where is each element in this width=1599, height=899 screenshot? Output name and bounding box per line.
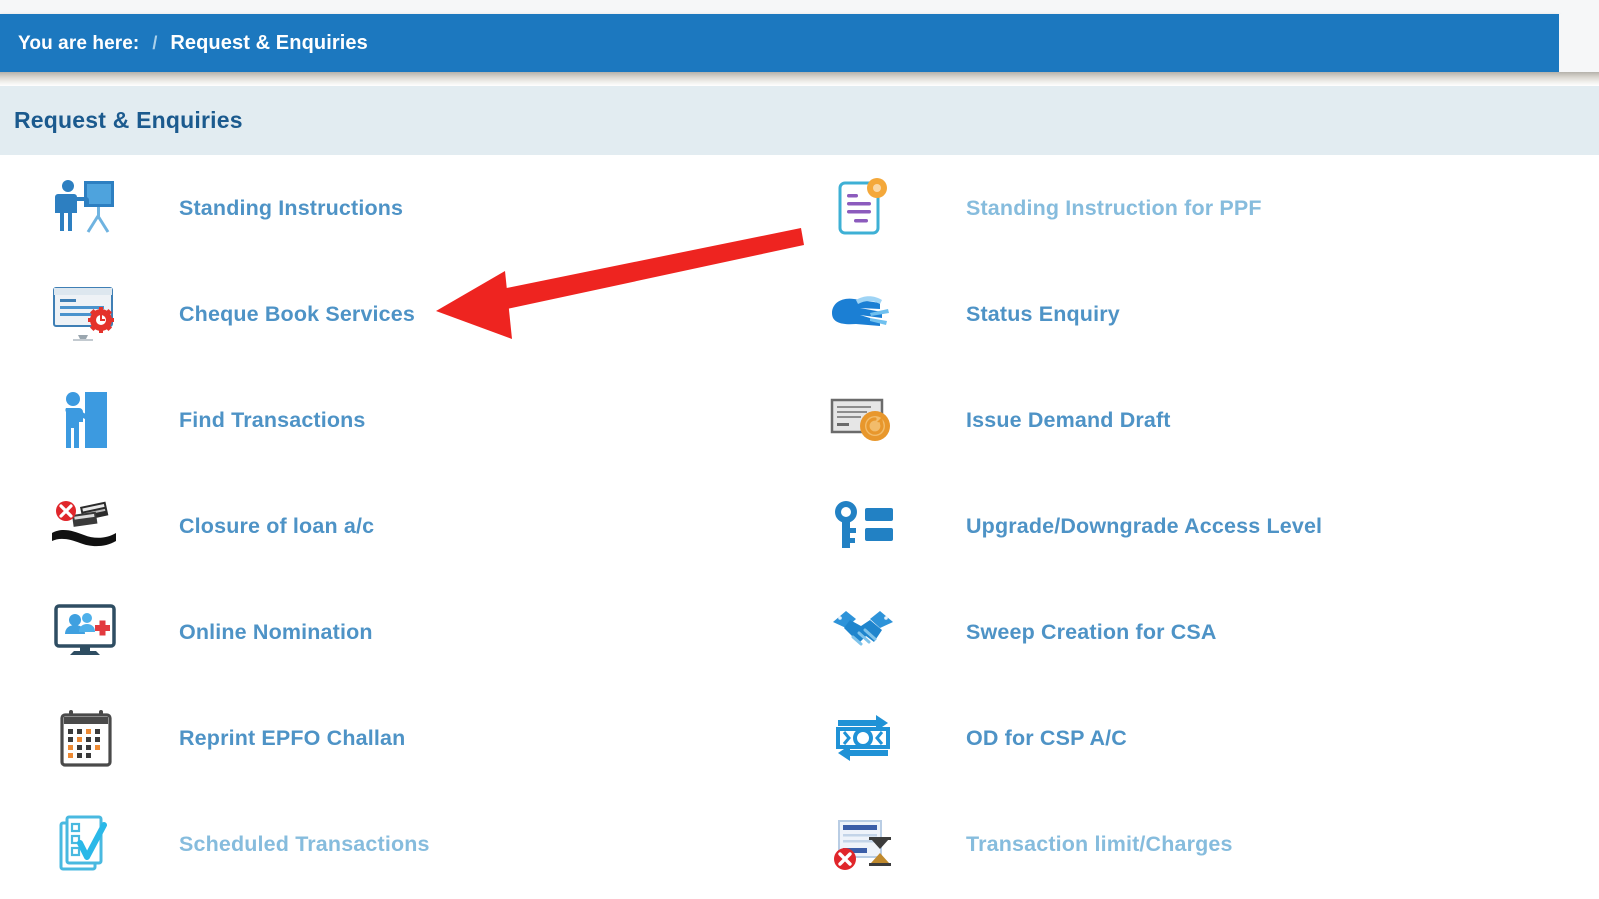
service-tile-closure-of-loan-account[interactable]: Closure of loan a/c <box>0 473 790 579</box>
key-access-icon <box>815 483 911 569</box>
service-tile-reprint-epfo-challan[interactable]: Reprint EPFO Challan <box>0 685 790 791</box>
service-label: Sweep Creation for CSA <box>966 619 1217 644</box>
service-tile-upgrade-downgrade-access-level[interactable]: Upgrade/Downgrade Access Level <box>790 473 1580 579</box>
services-column-left: Standing Instructions Cheque Book Servic… <box>0 155 790 899</box>
service-label: Upgrade/Downgrade Access Level <box>966 513 1323 538</box>
hand-cash-cancel-icon <box>38 483 134 569</box>
service-label: Standing Instructions <box>179 195 404 220</box>
service-label: Status Enquiry <box>966 301 1120 326</box>
service-label: Issue Demand Draft <box>966 407 1171 432</box>
service-tile-online-nomination[interactable]: Online Nomination <box>0 579 790 685</box>
service-tile-scheduled-transactions[interactable]: Scheduled Transactions <box>0 791 790 897</box>
service-label: Standing Instruction for PPF <box>966 195 1262 220</box>
service-label: OD for CSP A/C <box>966 725 1127 750</box>
section-header-band: Request & Enquiries <box>0 86 1599 155</box>
top-strip <box>0 0 1599 14</box>
pointing-hand-icon <box>815 271 911 357</box>
service-tile-find-transactions[interactable]: Find Transactions <box>0 367 790 473</box>
breadcrumb-separator: / <box>152 32 158 53</box>
service-tile-issue-demand-draft[interactable]: Issue Demand Draft <box>790 367 1580 473</box>
service-label: Closure of loan a/c <box>179 513 375 538</box>
breadcrumb-prefix: You are here: <box>18 32 140 54</box>
service-tile-cheque-book-services[interactable]: Cheque Book Services <box>0 261 790 367</box>
service-label: Find Transactions <box>179 407 366 432</box>
service-label: Online Nomination <box>179 619 373 644</box>
service-label: Cheque Book Services <box>179 301 416 326</box>
service-tile-sweep-creation-for-csa[interactable]: Sweep Creation for CSA <box>790 579 1580 685</box>
atm-user-icon <box>38 377 134 463</box>
checklist-check-icon <box>38 801 134 887</box>
page-root: You are here: / Request & Enquiries Requ… <box>0 0 1599 899</box>
breadcrumb-bar: You are here: / Request & Enquiries <box>0 14 1559 72</box>
services-grid: Standing Instructions Cheque Book Servic… <box>0 155 1599 899</box>
cheque-gear-icon <box>38 271 134 357</box>
service-tile-standing-instruction-for-ppf[interactable]: Standing Instruction for PPF <box>790 155 1580 261</box>
breadcrumb: You are here: / Request & Enquiries <box>0 32 368 55</box>
service-label: Reprint EPFO Challan <box>179 725 406 750</box>
table-hourglass-cancel-icon <box>815 801 911 887</box>
services-column-right: Standing Instruction for PPF Status Enqu… <box>790 155 1580 899</box>
service-label: Transaction limit/Charges <box>966 831 1233 856</box>
service-tile-od-for-csp-account[interactable]: OD for CSP A/C <box>790 685 1580 791</box>
service-tile-status-enquiry[interactable]: Status Enquiry <box>790 261 1580 367</box>
service-tile-transaction-limit-charges[interactable]: Transaction limit/Charges <box>790 791 1580 897</box>
service-tile-standing-instructions[interactable]: Standing Instructions <box>0 155 790 261</box>
calendar-icon <box>38 695 134 781</box>
presenter-board-icon <box>38 165 134 251</box>
cash-refresh-icon <box>815 695 911 781</box>
monitor-people-plus-icon <box>38 589 134 675</box>
page-title: Request & Enquiries <box>14 107 243 133</box>
draft-coin-icon <box>815 377 911 463</box>
document-badge-icon <box>815 165 911 251</box>
breadcrumb-current-page[interactable]: Request & Enquiries <box>170 32 368 55</box>
handshake-icon <box>815 589 911 675</box>
service-label: Scheduled Transactions <box>179 831 430 856</box>
breadcrumb-bar-right-gap <box>1559 14 1599 72</box>
breadcrumb-bar-shadow <box>0 72 1599 86</box>
